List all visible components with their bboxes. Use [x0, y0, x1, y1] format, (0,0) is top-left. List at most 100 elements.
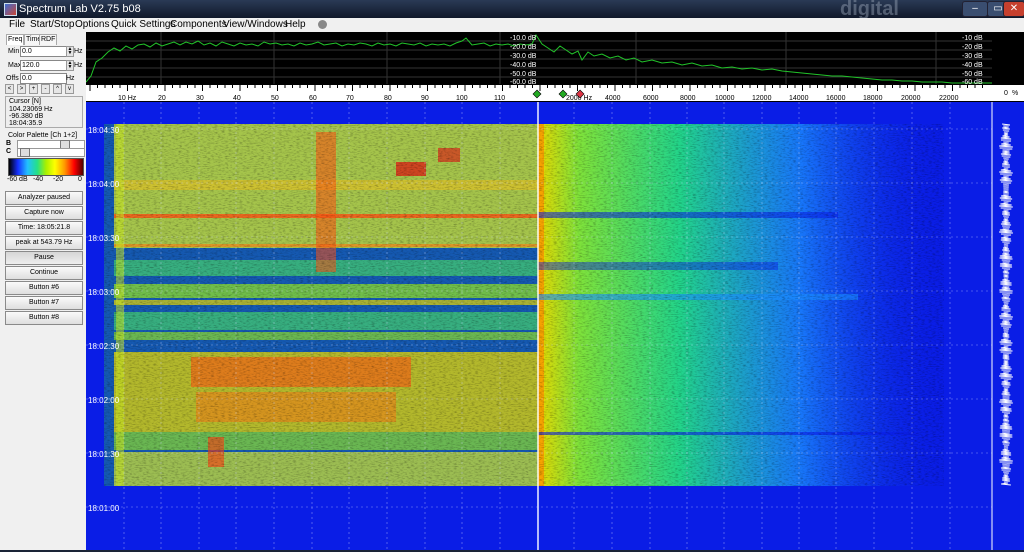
db-label-right-10: -10 dB	[962, 35, 983, 42]
cursor-readout: Cursor [N] 104.23069 Hz -96.380 dB 18:04…	[5, 96, 83, 128]
axis-label-14000: 14000	[789, 95, 809, 102]
scroll-right-button[interactable]: >	[17, 84, 26, 94]
time-label: 18:01:30	[88, 450, 120, 459]
zoom-out-button[interactable]: -	[41, 84, 50, 94]
menu-help[interactable]: Help	[285, 19, 306, 30]
shift-up-button[interactable]: ^	[53, 84, 62, 94]
continue-button[interactable]: Continue	[5, 266, 83, 280]
waterfall[interactable]: 18:04:30 18:04:00 18:03:30 18:03:00 18:0…	[86, 102, 1024, 550]
time-label: 18:04:30	[88, 126, 120, 135]
display-svg: -10.0 dB -20.0 dB -30.0 dB -40.0 dB -50.…	[85, 32, 1024, 550]
peak-display-button[interactable]: peak at 543.79 Hz	[5, 236, 83, 250]
axis-label-4000: 4000	[605, 95, 621, 102]
axis-label-16000: 16000	[826, 95, 846, 102]
offset-unit: Hz	[66, 75, 75, 82]
contrast-label: C	[6, 148, 12, 155]
offset-label: Offs	[6, 75, 19, 82]
contrast-thumb[interactable]	[20, 148, 30, 157]
tab-freq[interactable]: Freq	[6, 34, 25, 45]
axis-label-20000: 20000	[901, 95, 921, 102]
db-label-right-20: -20 dB	[962, 44, 983, 51]
time-label: 18:01:00	[88, 504, 120, 513]
spectrum-background	[86, 32, 1024, 84]
scroll-left-button[interactable]: <	[5, 84, 14, 94]
max-unit: Hz	[74, 62, 83, 69]
button-6[interactable]: Button #6	[5, 281, 83, 295]
side-axis-percent: %	[1012, 90, 1018, 97]
button-8[interactable]: Button #8	[5, 311, 83, 325]
axis-label-110: 110	[494, 95, 505, 102]
minimize-button[interactable]: –	[962, 1, 988, 17]
db-label-right-40: -40 dB	[962, 62, 983, 69]
axis-label-10000: 10000	[715, 95, 735, 102]
axis-label-6000: 6000	[643, 95, 659, 102]
axis-label-70: 70	[346, 95, 354, 102]
max-freq-input[interactable]: 120.0	[20, 60, 67, 71]
cursor-frequency: 104.23069 Hz	[9, 106, 53, 113]
time-label: 18:02:30	[88, 342, 120, 351]
menu-options[interactable]: Options	[75, 19, 109, 30]
db-label-right-60: -60 dB	[962, 79, 983, 86]
time-label: 18:04:00	[88, 180, 120, 189]
min-unit: Hz	[74, 48, 83, 55]
brightness-label: B	[6, 140, 12, 147]
axis-label-12000: 12000	[752, 95, 772, 102]
time-label: 18:03:00	[88, 288, 120, 297]
db-label-60: -60.0 dB	[510, 79, 537, 86]
palette-scale-40: -40	[33, 176, 44, 183]
axis-label-60: 60	[309, 95, 317, 102]
menu-view-windows[interactable]: View/Windows	[223, 19, 288, 30]
palette-scale-min: -60 dB	[7, 176, 28, 183]
db-label-10: -10.0 dB	[510, 35, 537, 42]
axis-label-22000: 22000	[939, 95, 959, 102]
display-area: -10.0 dB -20.0 dB -30.0 dB -40.0 dB -50.…	[85, 32, 1024, 550]
axis-label-100: 100	[456, 95, 468, 102]
min-freq-spinner[interactable]: ▲ ▼	[66, 46, 74, 57]
axis-label-18000: 18000	[863, 95, 883, 102]
palette-title: Color Palette [Ch 1+2]	[8, 132, 78, 139]
max-freq-spinner[interactable]: ▲ ▼	[66, 60, 74, 71]
waterfall-texture	[104, 124, 944, 486]
status-indicator-icon	[318, 20, 327, 29]
menu-quick-settings[interactable]: Quick Settings	[111, 19, 175, 30]
axis-label-20: 20	[158, 95, 166, 102]
app-icon	[4, 3, 17, 16]
menu-bar: File Start/Stop Options Quick Settings C…	[0, 18, 1024, 32]
axis-label-10hz: 10 Hz	[118, 95, 137, 102]
db-label-30: -30.0 dB	[510, 53, 537, 60]
contrast-slider[interactable]	[17, 148, 85, 157]
control-panel: Freq Time RDF Min 0.0 ▲ ▼ Hz Max 120.0 ▲ ▼…	[0, 32, 87, 550]
offset-input[interactable]: 0.0	[20, 73, 67, 84]
time-label: 18:02:00	[88, 396, 120, 405]
menu-file[interactable]: File	[9, 19, 25, 30]
time-display-button[interactable]: Time: 18:05:21.8	[5, 221, 83, 235]
shift-down-button[interactable]: v	[65, 84, 74, 94]
axis-label-80: 80	[384, 95, 392, 102]
color-palette: Color Palette [Ch 1+2] B C -60 dB -40 -2…	[5, 132, 85, 188]
pause-button[interactable]: Pause	[5, 251, 83, 265]
axis-label-90: 90	[421, 95, 429, 102]
menu-start-stop[interactable]: Start/Stop	[30, 19, 74, 30]
db-label-50: -50.0 dB	[510, 71, 537, 78]
cursor-time: 18:04:35.9	[9, 120, 43, 127]
palette-scale-20: -20	[53, 176, 64, 183]
axis-label-30: 30	[196, 95, 204, 102]
side-axis-zero: 0	[1004, 90, 1008, 97]
palette-scale-max: 0	[78, 176, 82, 183]
zoom-in-button[interactable]: +	[29, 84, 38, 94]
window-title: Spectrum Lab V2.75 b08	[19, 3, 141, 15]
spectrum-side-panel	[992, 32, 1024, 84]
min-label: Min	[8, 48, 20, 55]
time-label: 18:03:30	[88, 234, 120, 243]
analyzer-paused-button[interactable]: Analyzer paused	[5, 191, 83, 205]
title-bar: Spectrum Lab V2.75 b08 digital – ▭ ✕	[0, 0, 1024, 20]
capture-now-button[interactable]: Capture now	[5, 206, 83, 220]
tab-rdf[interactable]: RDF	[39, 34, 58, 45]
axis-label-40: 40	[233, 95, 241, 102]
palette-gradient	[8, 158, 84, 176]
cursor-level: -96.380 dB	[9, 113, 44, 120]
min-freq-input[interactable]: 0.0	[20, 46, 67, 57]
menu-components[interactable]: Components	[170, 19, 227, 30]
close-button[interactable]: ✕	[1003, 1, 1024, 17]
button-7[interactable]: Button #7	[5, 296, 83, 310]
